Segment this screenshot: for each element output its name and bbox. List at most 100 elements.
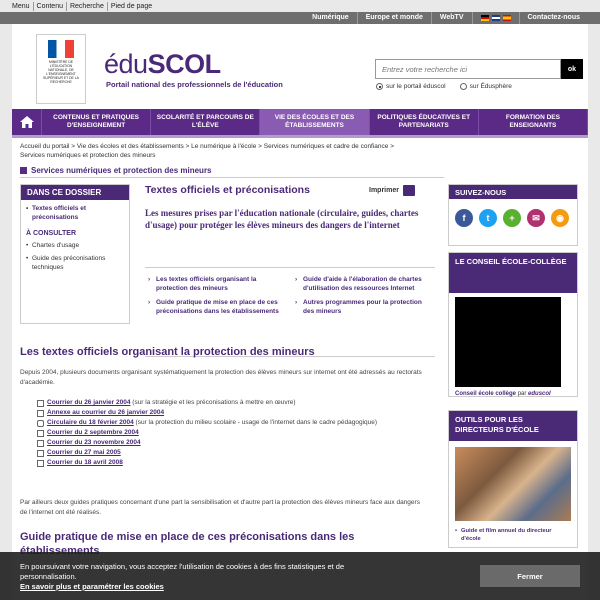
language-switcher xyxy=(471,12,519,24)
facebook-icon[interactable]: f xyxy=(455,209,473,227)
outils-title: Outils pour les directeurs d'école xyxy=(449,411,577,441)
video-caption-by: par xyxy=(516,391,529,397)
cookie-text-block: En poursuivant votre navigation, vous ac… xyxy=(20,562,380,592)
skip-link-menu[interactable]: Menu xyxy=(12,2,34,11)
cookie-banner: En poursuivant votre navigation, vous ac… xyxy=(0,552,600,600)
outils-panel: Outils pour les directeurs d'école Guide… xyxy=(448,410,578,548)
list-item: Courrier du 18 avril 2008 xyxy=(20,458,430,468)
list-item: Courrier du 26 janvier 2004 (sur la stra… xyxy=(20,398,430,408)
toc-link[interactable]: Autres programmes pour la protection des… xyxy=(295,298,432,316)
nav-contenus[interactable]: Contenus et pratiques d'enseignement xyxy=(42,109,152,135)
video-caption-title[interactable]: Conseil école collège xyxy=(455,391,516,397)
dossier-current-item[interactable]: Textes officiels et préconisations xyxy=(26,204,124,222)
home-button[interactable] xyxy=(12,109,42,135)
external-link-icon xyxy=(37,420,44,427)
contact-link[interactable]: Contactez-nous xyxy=(518,12,589,24)
document-link[interactable]: Courrier du 27 mai 2005 xyxy=(47,449,121,456)
document-link[interactable]: Courrier du 26 janvier 2004 xyxy=(47,399,130,406)
nav-vie-ecoles[interactable]: Vie des écoles et des établissements xyxy=(260,109,370,135)
social-links: f t + ✉ ◉ xyxy=(449,199,577,237)
document-link[interactable]: Courrier du 23 novembre 2004 xyxy=(47,439,141,446)
english-flag-icon[interactable] xyxy=(491,15,500,21)
table-of-contents: Les textes officiels organisant la prote… xyxy=(145,267,435,357)
dossier-header: Dans ce dossier xyxy=(21,185,129,200)
dossier-link-guide[interactable]: Guide des préconisations techniques xyxy=(26,254,124,272)
list-item: Courrier du 23 novembre 2004 xyxy=(20,438,430,448)
list-item: Annexe au courrier du 26 janvier 2004 xyxy=(20,408,430,418)
video-caption: Conseil école collège par eduscol xyxy=(449,391,577,397)
list-item: Courrier du 27 mai 2005 xyxy=(20,448,430,458)
toc-link[interactable]: Les textes officiels organisant la prote… xyxy=(148,275,285,293)
topbar-link-europe[interactable]: Europe et monde xyxy=(356,12,431,24)
document-note: (sur la stratégie et les préconisations … xyxy=(130,399,296,406)
document-link[interactable]: Courrier du 18 avril 2008 xyxy=(47,459,123,466)
german-flag-icon[interactable] xyxy=(480,15,489,21)
radio-portail-label: sur le portail éduscol xyxy=(386,83,446,90)
brand-plain: édu xyxy=(104,49,148,79)
radio-portail[interactable]: sur le portail éduscol xyxy=(376,83,446,90)
outro-paragraph: Par ailleurs deux guides pratiques conce… xyxy=(20,499,420,516)
document-link[interactable]: Courrier du 2 septembre 2004 xyxy=(47,429,139,436)
skip-links: Menu Contenu Recherche Pied de page xyxy=(12,2,155,11)
section-heading-textes: Les textes officiels organisant la prote… xyxy=(20,346,315,358)
nav-politiques[interactable]: Politiques éducatives et partenariats xyxy=(370,109,479,135)
site-tagline: Portail national des professionnels de l… xyxy=(106,80,283,89)
spanish-flag-icon[interactable] xyxy=(502,15,511,21)
skip-link-search[interactable]: Recherche xyxy=(67,2,108,11)
site-logo[interactable]: éduSCOL xyxy=(104,49,221,80)
marianne-icon xyxy=(48,40,74,58)
share-icon[interactable]: ✉ xyxy=(527,209,545,227)
document-link[interactable]: Annexe au courrier du 26 janvier 2004 xyxy=(47,409,164,416)
rss-icon[interactable]: ◉ xyxy=(551,209,569,227)
dossier-link-chartes[interactable]: Chartes d'usage xyxy=(26,241,124,250)
twitter-icon[interactable]: t xyxy=(479,209,497,227)
ministry-text: Ministère de l'Éducation nationale, de l… xyxy=(43,60,79,84)
document-icon xyxy=(37,460,44,467)
cookie-close-button[interactable]: Fermer xyxy=(480,565,580,587)
document-icon xyxy=(37,450,44,457)
lead-paragraph: Les mesures prises par l'éducation natio… xyxy=(145,208,419,230)
radio-checked-icon xyxy=(376,83,383,90)
ministry-logo[interactable]: Ministère de l'Éducation nationale, de l… xyxy=(36,34,86,104)
radio-edusphere-label: sur Édusphère xyxy=(469,83,512,90)
topbar-link-webtv[interactable]: WebTV xyxy=(430,12,472,24)
conseil-panel: Le conseil école-collège Conseil école c… xyxy=(448,252,578,397)
search-button[interactable]: ok xyxy=(561,59,583,79)
search-form: ok xyxy=(375,59,583,79)
classroom-photo[interactable] xyxy=(455,447,571,521)
page: Ministère de l'Éducation nationale, de l… xyxy=(12,24,589,600)
search-input[interactable] xyxy=(375,59,561,79)
video-player[interactable] xyxy=(455,297,561,387)
intro-paragraph: Depuis 2004, plusieurs documents organis… xyxy=(20,369,422,386)
outils-caption[interactable]: Guide et film annuel du directeur d'écol… xyxy=(449,527,577,543)
documents-list: Courrier du 26 janvier 2004 (sur la stra… xyxy=(20,398,430,468)
nav-formation[interactable]: Formation des enseignants xyxy=(479,109,589,135)
section-title-text: Services numériques et protection des mi… xyxy=(31,166,212,175)
print-button[interactable]: Imprimer xyxy=(369,185,415,196)
radio-edusphere[interactable]: sur Édusphère xyxy=(459,83,512,90)
square-bullet-icon xyxy=(20,167,27,174)
document-icon xyxy=(37,440,44,447)
dossier-panel: Dans ce dossier Textes officiels et préc… xyxy=(20,184,130,324)
nav-scolarite[interactable]: Scolarité et parcours de l'élève xyxy=(151,109,261,135)
video-caption-author[interactable]: eduscol xyxy=(528,391,551,397)
topbar-link-numerique[interactable]: Numérique xyxy=(304,12,357,24)
cookie-text: En poursuivant votre navigation, vous ac… xyxy=(20,562,345,581)
dossier-title: Dans ce dossier xyxy=(27,188,102,197)
main-nav: Contenus et pratiques d'enseignement Sco… xyxy=(12,109,589,135)
brand-bold: SCOL xyxy=(147,49,222,79)
breadcrumb[interactable]: Accueil du portail > Vie des écoles et d… xyxy=(20,142,420,160)
printer-icon xyxy=(402,185,415,196)
dossier-subtitle: À consulter xyxy=(26,230,77,237)
top-bar: Numérique Europe et monde WebTV Contacte… xyxy=(0,12,600,24)
conseil-title: Le conseil école-collège xyxy=(449,253,577,293)
toc-link[interactable]: Guide pratique de mise en place de ces p… xyxy=(148,298,285,316)
skip-link-footer[interactable]: Pied de page xyxy=(108,2,155,11)
section-title: Services numériques et protection des mi… xyxy=(20,164,444,178)
toc-link[interactable]: Guide d'aide à l'élaboration de chartes … xyxy=(295,275,432,293)
skip-link-content[interactable]: Contenu xyxy=(34,2,67,11)
document-link[interactable]: Circulaire du 18 février 2004 xyxy=(47,419,134,426)
cookie-settings-link[interactable]: En savoir plus et paramétrer les cookies xyxy=(20,582,164,591)
home-icon xyxy=(19,116,34,128)
plus-icon[interactable]: + xyxy=(503,209,521,227)
